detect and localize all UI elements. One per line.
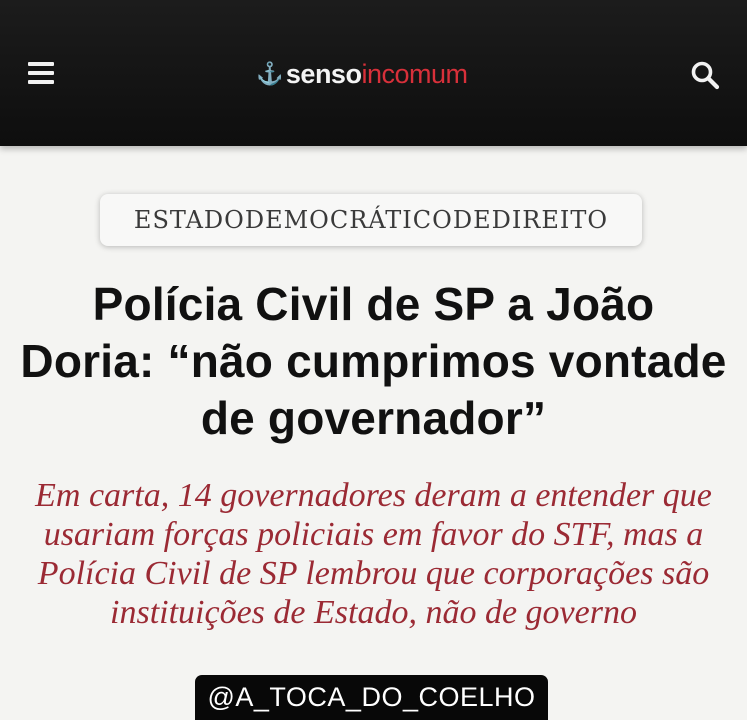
site-logo[interactable]: ⚓ senso incomum xyxy=(256,56,468,92)
top-navigation-bar: ⚓ senso incomum xyxy=(0,0,747,146)
category-tag[interactable]: ESTADODEMOCRÁTICODEDIREITO xyxy=(100,194,642,246)
logo-word-incomum: incomum xyxy=(361,58,468,89)
menu-line xyxy=(28,71,54,75)
anchor-icon: ⚓ xyxy=(256,61,283,86)
article-headline: Polícia Civil de SP a João Doria: “não c… xyxy=(20,278,727,444)
news-page: ⚓ senso incomum ESTADODEMOCRÁTICODEDIREI… xyxy=(0,0,747,720)
logo-word-senso: senso xyxy=(285,58,362,89)
menu-line xyxy=(28,80,54,84)
search-icon-graphic xyxy=(691,61,720,90)
watermark-banner: @A_TOCA_DO_COELHO xyxy=(195,675,548,720)
menu-line xyxy=(28,62,54,66)
hamburger-menu-icon[interactable] xyxy=(28,62,54,84)
article-subtitle: Em carta, 14 governadores deram a entend… xyxy=(35,477,712,631)
category-label: ESTADODEMOCRÁTICODEDIREITO xyxy=(133,206,609,234)
watermark-text: @A_TOCA_DO_COELHO xyxy=(207,682,536,712)
search-icon[interactable] xyxy=(690,60,720,90)
